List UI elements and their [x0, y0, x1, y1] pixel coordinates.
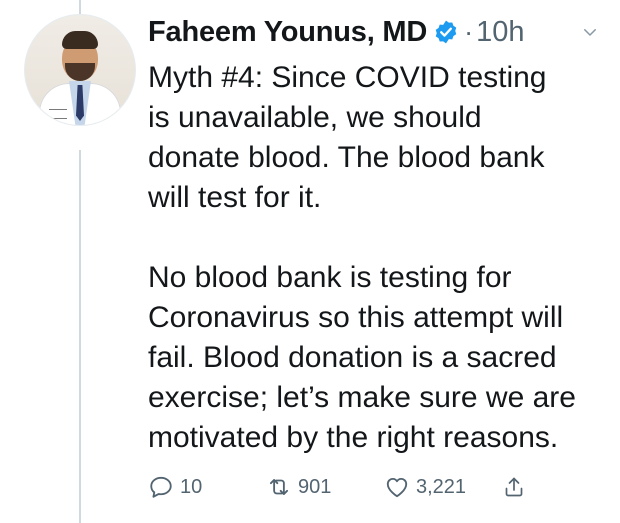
like-count: 3,221	[416, 475, 467, 498]
author-name[interactable]: Faheem Younus, MD	[148, 16, 427, 49]
retweet-count: 901	[298, 475, 332, 498]
thread-line-bottom	[79, 150, 81, 523]
avatar-name-badge	[49, 109, 67, 119]
like-button[interactable]: 3,221	[384, 474, 502, 500]
heart-icon	[386, 477, 408, 498]
verified-badge-icon	[435, 20, 457, 44]
tweet-header: Faheem Younus, MD · 10h	[148, 12, 603, 52]
author-avatar[interactable]	[24, 14, 136, 126]
share-button[interactable]	[502, 474, 532, 500]
tweet-content: Faheem Younus, MD · 10h Myth #4: Since C…	[148, 12, 603, 458]
tweet-timestamp[interactable]: 10h	[476, 16, 524, 49]
reply-button[interactable]: 10	[148, 474, 266, 500]
retweet-icon	[269, 479, 289, 495]
thread-line-top	[79, 0, 81, 14]
reply-icon	[150, 476, 172, 498]
share-icon	[505, 477, 523, 497]
tweet-actions: 10 901 3,221	[148, 474, 568, 500]
tweet-text: Myth #4: Since COVID testing is unavaila…	[148, 61, 576, 454]
avatar-beard	[65, 63, 95, 81]
avatar-hair	[62, 31, 98, 49]
retweet-button[interactable]: 901	[266, 474, 384, 500]
header-separator: ·	[464, 16, 474, 47]
chevron-down-icon[interactable]	[581, 23, 599, 41]
reply-count: 10	[180, 475, 203, 498]
